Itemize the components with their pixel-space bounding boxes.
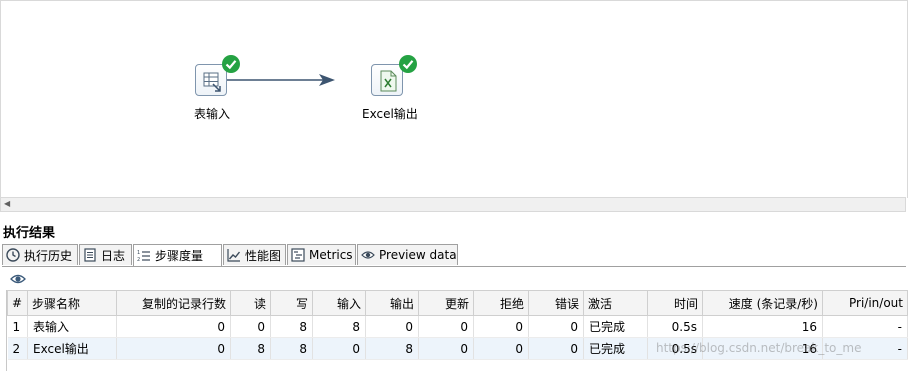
step-success-icon [222,55,240,73]
tab-execution-history[interactable]: 执行历史 [2,244,78,265]
tab-label: 执行历史 [24,248,73,263]
step-success-icon [399,55,417,73]
scroll-left-icon[interactable]: ◀ [4,199,10,208]
column-header[interactable]: 复制的记录行数 [116,290,231,316]
svg-text:1: 1 [137,250,140,256]
horizontal-scrollbar[interactable]: ◀ [0,197,906,212]
metrics-toolbar [2,267,906,290]
table-cell: 0 [418,337,474,360]
table-cell: 1 [7,315,28,338]
metrics-icon [291,248,305,262]
table-cell: 8 [365,337,419,360]
table-row[interactable]: 1 表输入 0 0 8 8 0 0 0 0 已完成 0.5s 16 - [7,315,908,338]
tab-performance-chart[interactable]: 性能图 [223,244,286,265]
table-cell: 已完成 [583,337,648,360]
table-cell: 0 [312,337,366,360]
table-cell: 8 [230,337,271,360]
table-cell: 16 [702,315,823,338]
table-cell: 2 [7,337,28,360]
tab-label: 性能图 [245,248,282,263]
column-header[interactable]: Pri/in/out [822,290,908,316]
column-header[interactable]: 激活 [583,290,648,316]
tab-log[interactable]: 日志 [79,244,132,265]
table-cell: 8 [270,315,313,338]
column-header[interactable]: 拒绝 [473,290,529,316]
hop-arrow[interactable] [1,1,907,198]
table-row[interactable]: 2 Excel输出 0 8 8 0 8 0 0 0 已完成 0.5s 16 - [7,337,908,360]
svg-text:2: 2 [137,257,140,263]
step-label: Excel输出 [362,107,418,121]
table-cell: - [822,315,908,338]
tab-preview-data[interactable]: Preview data [357,244,458,265]
table-cell: 0 [473,315,529,338]
column-header[interactable]: 读 [230,290,271,316]
table-cell: 0.5s [647,315,703,338]
tab-label: 日志 [101,248,126,263]
transformation-canvas[interactable]: 表输入 Excel输出 [0,0,908,198]
column-header[interactable]: 错误 [528,290,584,316]
column-header[interactable]: 输出 [365,290,419,316]
eye-icon[interactable] [10,273,26,285]
column-header[interactable]: 步骤名称 [27,290,117,316]
log-icon [84,248,96,262]
table-cell: 0.5s [647,337,703,360]
column-header[interactable]: 输入 [312,290,366,316]
table-cell: 0 [418,315,474,338]
performance-chart-icon [227,249,241,262]
tab-label: Metrics [309,248,353,262]
table-cell: 0 [528,337,584,360]
table-cell: 0 [473,337,529,360]
column-header[interactable]: 写 [270,290,313,316]
step-metrics-icon: 1 2 [137,250,150,263]
panel-title: 执行结果 [3,226,56,241]
step-label: 表输入 [194,107,231,121]
table-cell: 表输入 [27,315,117,338]
table-cell: - [822,337,908,360]
clock-icon [6,248,20,262]
tab-metrics[interactable]: Metrics [287,244,356,265]
results-tabs: 执行历史 日志 1 2 步骤度量 性能图 Metrics Preview dat… [2,244,906,267]
column-header[interactable]: 速度 (条记录/秒) [702,290,823,316]
step-metrics-table: # 步骤名称 复制的记录行数 读 写 输入 输出 更新 拒绝 错误 激活 时间 … [6,290,908,371]
table-cell: 16 [702,337,823,360]
column-header[interactable]: 更新 [418,290,474,316]
table-cell: Excel输出 [27,337,117,360]
table-cell: 0 [116,337,231,360]
tab-label: Preview data [379,248,457,262]
table-cell: 8 [270,337,313,360]
table-cell: 已完成 [583,315,648,338]
table-cell: 0 [230,315,271,338]
column-header[interactable]: # [7,290,28,316]
tab-step-metrics[interactable]: 1 2 步骤度量 [133,244,222,266]
eye-icon [361,251,375,259]
column-header[interactable]: 时间 [647,290,703,316]
table-cell: 8 [312,315,366,338]
table-cell: 0 [365,315,419,338]
table-cell: 0 [116,315,231,338]
tab-label: 步骤度量 [155,249,204,263]
table-cell: 0 [528,315,584,338]
table-header-row: # 步骤名称 复制的记录行数 读 写 输入 输出 更新 拒绝 错误 激活 时间 … [7,290,908,316]
